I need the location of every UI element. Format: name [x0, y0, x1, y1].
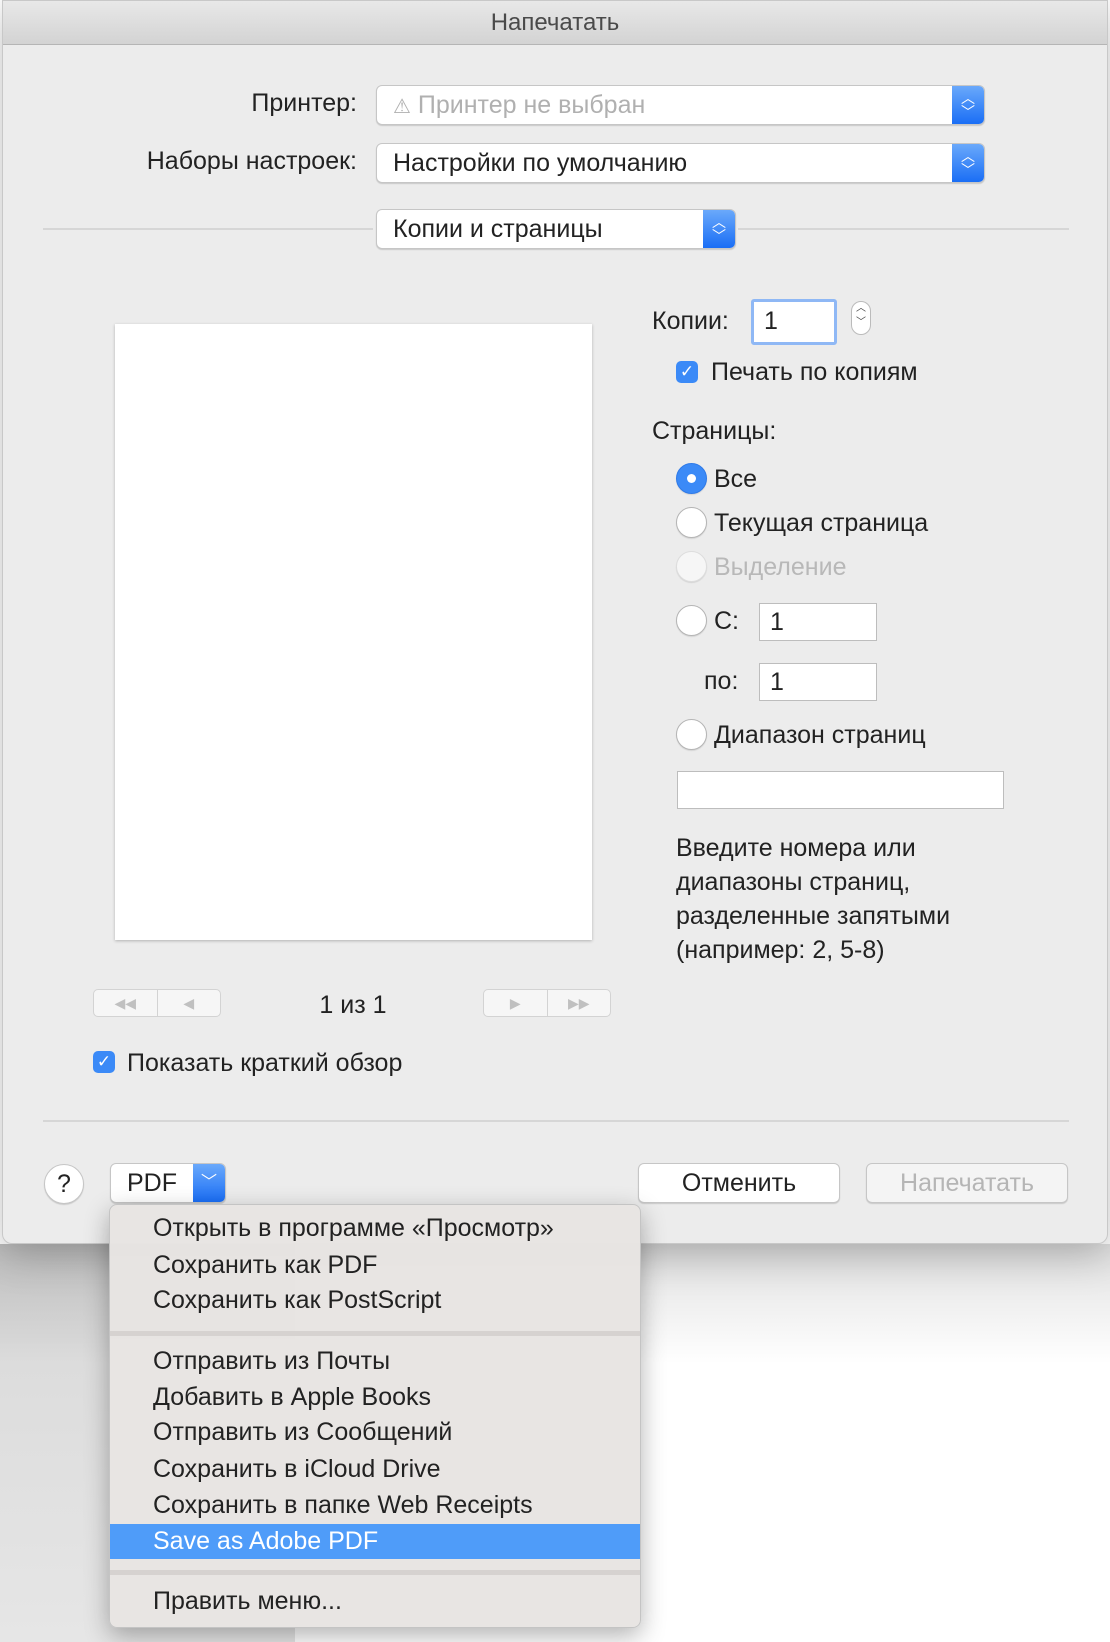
dialog-title: Напечатать — [3, 1, 1107, 45]
divider — [43, 228, 373, 230]
pdf-label: PDF — [127, 1169, 177, 1197]
help-line: (например: 2, 5-8) — [676, 936, 885, 964]
copies-stepper[interactable]: ︿ ﹀ — [851, 301, 871, 335]
help-line: разделенные запятыми — [676, 902, 951, 930]
menu-item[interactable]: Добавить в Apple Books — [110, 1380, 640, 1415]
help-button[interactable]: ? — [44, 1164, 84, 1204]
pages-range-input[interactable] — [677, 771, 1004, 809]
pdf-dropdown-menu: Открыть в программе «Просмотр» Сохранить… — [109, 1204, 641, 1628]
pages-from-label: С: — [714, 607, 739, 635]
first-page-icon: ◀◀ — [114, 995, 137, 1011]
pdf-menu-button[interactable]: PDF ﹀ — [110, 1163, 226, 1203]
collate-checkbox[interactable]: ✓ — [676, 361, 698, 383]
menu-separator — [110, 1570, 640, 1575]
section-value: Копии и страницы — [393, 215, 603, 243]
pages-selection-label: Выделение — [714, 553, 847, 581]
print-preview-page — [115, 324, 592, 940]
menu-item[interactable]: Отправить из Сообщений — [110, 1415, 640, 1450]
pages-selection-radio — [676, 551, 707, 582]
cancel-button[interactable]: Отменить — [638, 1163, 840, 1203]
pages-current-radio[interactable] — [676, 507, 707, 538]
menu-item[interactable]: Открыть в программе «Просмотр» — [110, 1211, 640, 1246]
printer-label: Принтер: — [251, 89, 357, 117]
preview-nav-forward: ▶ ▶▶ — [483, 989, 611, 1017]
pages-from-input[interactable]: 1 — [759, 603, 877, 641]
menu-item-highlighted[interactable]: Save as Adobe PDF — [110, 1524, 640, 1559]
pages-all-label: Все — [714, 465, 758, 493]
collate-label: Печать по копиям — [711, 358, 918, 386]
copies-input[interactable]: 1 — [751, 299, 837, 345]
section-popup[interactable]: Копии и страницы ︿ ﹀ — [376, 209, 736, 249]
chevron-down-icon: ﹀ — [193, 1164, 225, 1202]
pages-from-radio[interactable] — [676, 605, 707, 636]
prev-page-icon: ◀ — [156, 990, 221, 1016]
pages-to-label: по: — [704, 667, 739, 695]
pages-label: Страницы: — [652, 417, 777, 445]
show-details-checkbox[interactable]: ✓ — [93, 1051, 115, 1073]
pages-to-input[interactable]: 1 — [759, 663, 877, 701]
help-line: Введите номера или — [676, 834, 916, 862]
menu-item[interactable]: Отправить из Почты — [110, 1344, 640, 1379]
updown-chevron-icon: ︿ ﹀ — [952, 144, 984, 182]
pages-all-radio[interactable] — [676, 463, 707, 494]
warning-icon: ⚠ — [393, 96, 411, 118]
pages-range-help: Введите номера или диапазоны страниц, ра… — [676, 831, 950, 967]
menu-item[interactable]: Сохранить как PostScript — [110, 1283, 640, 1318]
last-page-icon: ▶▶ — [546, 990, 611, 1016]
printer-value: Принтер не выбран — [417, 91, 646, 119]
print-button: Напечатать — [866, 1163, 1068, 1203]
menu-item[interactable]: Сохранить как PDF — [110, 1248, 640, 1283]
print-dialog: Напечатать Принтер: ⚠ Принтер не выбран … — [2, 0, 1108, 1244]
copies-label: Копии: — [652, 307, 729, 335]
presets-label: Наборы настроек: — [146, 147, 357, 175]
pages-current-label: Текущая страница — [714, 509, 929, 537]
menu-item-edit[interactable]: Править меню... — [110, 1584, 640, 1619]
divider — [43, 1120, 1069, 1122]
show-details-label: Показать краткий обзор — [127, 1049, 403, 1077]
menu-separator — [110, 1331, 640, 1336]
updown-chevron-icon: ︿ ﹀ — [703, 210, 735, 248]
printer-popup[interactable]: ⚠ Принтер не выбран ︿ ﹀ — [376, 85, 985, 125]
presets-popup[interactable]: Настройки по умолчанию ︿ ﹀ — [376, 143, 985, 183]
updown-chevron-icon: ︿ ﹀ — [952, 86, 984, 124]
preview-nav-back: ◀◀ ◀ — [93, 989, 221, 1017]
menu-item[interactable]: Сохранить в iCloud Drive — [110, 1452, 640, 1487]
menu-item[interactable]: Сохранить в папке Web Receipts — [110, 1488, 640, 1523]
page-indicator: 1 из 1 — [319, 991, 387, 1019]
pages-range-label: Диапазон страниц — [714, 721, 926, 749]
help-line: диапазоны страниц, — [676, 868, 911, 896]
next-page-icon: ▶ — [509, 995, 521, 1011]
pages-range-radio[interactable] — [676, 719, 707, 750]
divider — [738, 228, 1069, 230]
presets-value: Настройки по умолчанию — [393, 149, 688, 177]
